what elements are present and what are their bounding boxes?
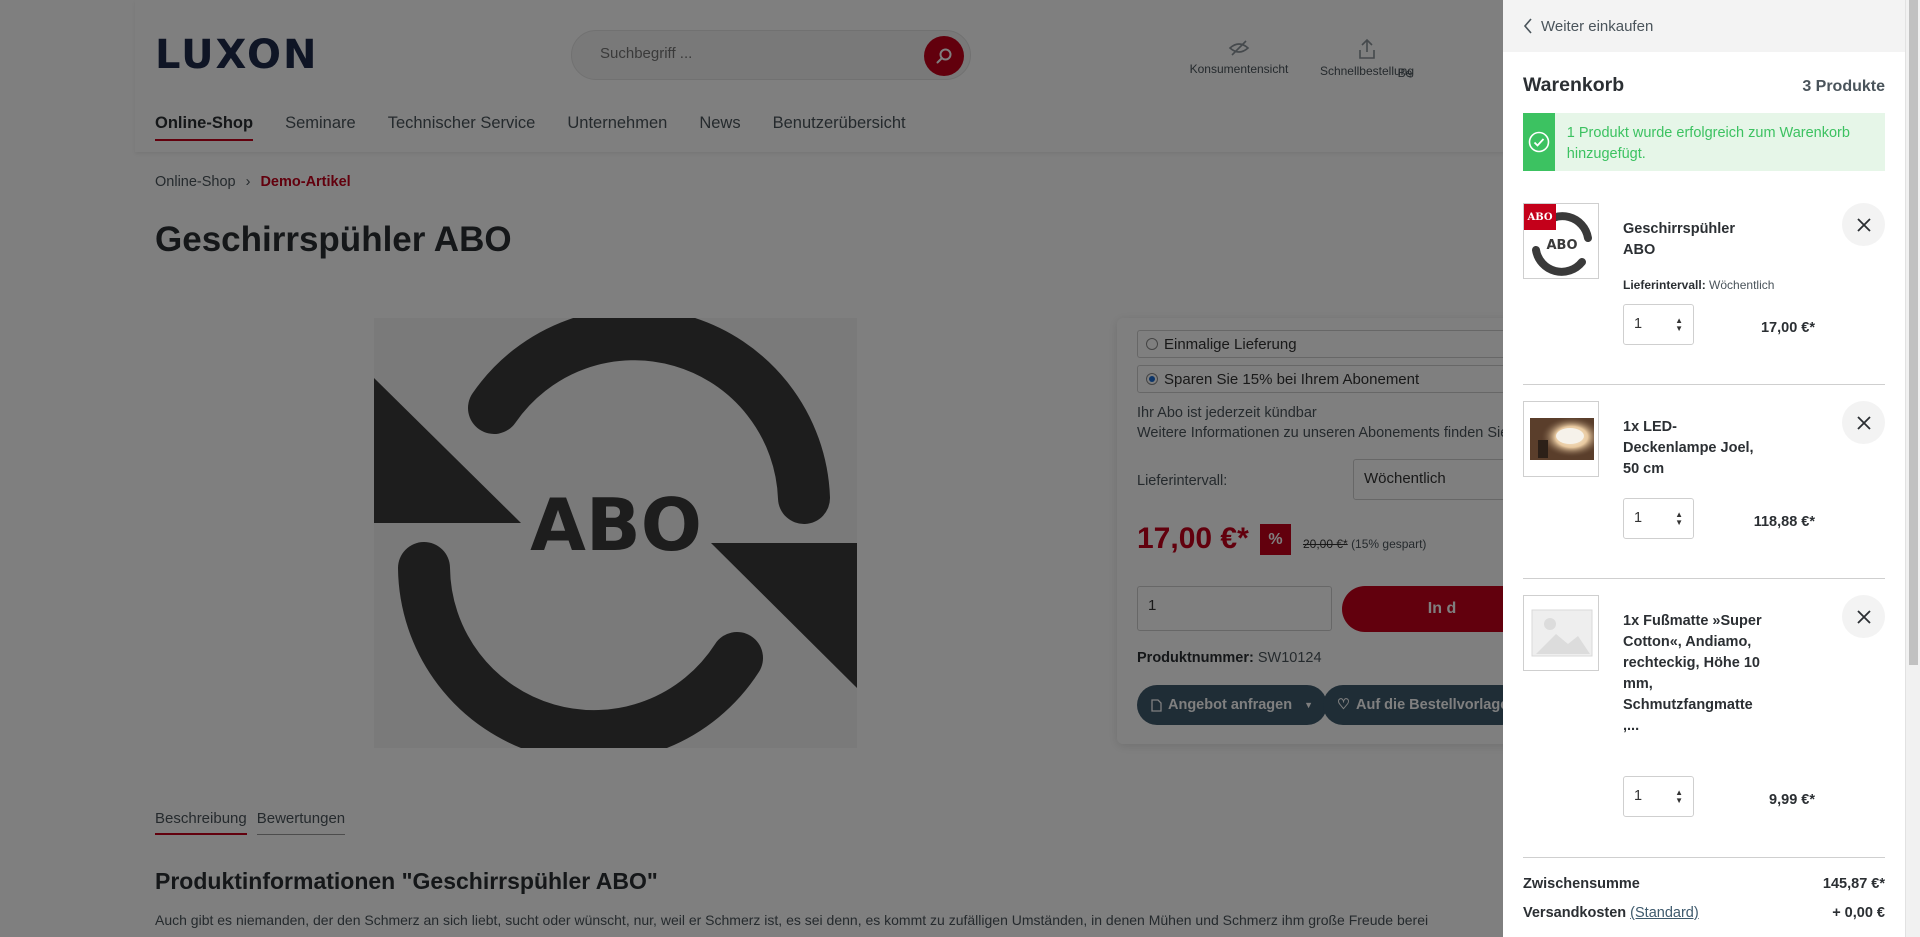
shipping-value: + 0,00 € [1832,905,1885,921]
item-quantity-value: 1 [1634,788,1643,804]
stepper-arrows-icon: ▲ ▼ [1675,788,1683,805]
stepper-arrows-icon: ▲ ▼ [1675,316,1683,333]
success-message: 1 Produkt wurde erfolgreich zum Warenkor… [1566,125,1850,162]
image-placeholder-icon [1531,609,1593,657]
item-quantity-select[interactable]: 1 ▲ ▼ [1623,776,1694,817]
item-meta-value: Wöchentlich [1709,278,1775,292]
remove-item-button[interactable] [1842,595,1885,638]
abo-thumbnail-icon: ABO ABO [1524,204,1592,276]
abo-thumbnail-badge: ABO [1526,212,1552,223]
abo-thumbnail-text: ABO [1546,238,1577,253]
item-quantity-select[interactable]: 1 ▲ ▼ [1623,498,1694,539]
cart-count: 3 Produkte [1802,78,1885,95]
subtotal-row: Zwischensumme 145,87 €* [1523,876,1885,892]
item-thumbnail[interactable] [1523,595,1599,671]
lamp-thumbnail-image [1530,418,1594,460]
check-circle-icon [1523,113,1555,171]
item-meta: Lieferintervall: Wöchentlich [1623,278,1774,292]
success-alert: 1 Produkt wurde erfolgreich zum Warenkor… [1523,113,1885,171]
item-divider [1523,578,1885,579]
close-icon [1856,609,1871,624]
close-icon [1856,217,1871,232]
remove-item-button[interactable] [1842,203,1885,246]
subtotal-label: Zwischensumme [1523,876,1640,892]
continue-shopping-label: Weiter einkaufen [1541,17,1654,35]
cart-header: Warenkorb 3 Produkte [1523,74,1885,97]
item-price: 9,99 €* [1769,792,1815,808]
cart-item: ABO ABO Geschirrspühler ABO Lieferinterv… [1523,203,1885,353]
cart-title: Warenkorb [1523,74,1625,96]
item-price: 17,00 €* [1760,320,1815,336]
shipping-method-link[interactable]: (Standard) [1630,905,1699,921]
close-icon [1856,415,1871,430]
item-name[interactable]: Geschirrspühler ABO [1623,219,1763,261]
item-quantity-select[interactable]: 1 ▲ ▼ [1623,304,1694,345]
subtotal-value: 145,87 €* [1822,876,1885,892]
item-name[interactable]: 1x LED-Deckenlampe Joel, 50 cm [1623,417,1763,480]
stepper-arrows-icon: ▲ ▼ [1675,510,1683,527]
continue-shopping-link[interactable]: Weiter einkaufen [1503,0,1905,52]
scrollbar-thumb[interactable] [1909,0,1918,665]
shipping-label: Versandkosten [1523,905,1627,921]
item-name[interactable]: 1x Fußmatte »Super Cotton«, Andiamo, rec… [1623,611,1763,737]
item-meta-label: Lieferintervall: [1623,278,1706,292]
item-price: 118,88 €* [1753,514,1815,530]
shipping-label-group: Versandkosten (Standard) [1523,905,1699,921]
item-thumbnail[interactable]: ABO ABO [1523,203,1599,279]
shipping-row: Versandkosten (Standard) + 0,00 € [1523,905,1885,921]
item-quantity-value: 1 [1634,316,1643,332]
cart-item: 1x Fußmatte »Super Cotton«, Andiamo, rec… [1523,595,1885,825]
chevron-left-icon [1523,18,1532,34]
offcanvas-cart: Weiter einkaufen Warenkorb 3 Produkte 1 … [1503,0,1905,937]
item-thumbnail[interactable] [1523,401,1599,477]
remove-item-button[interactable] [1842,401,1885,444]
cart-item: 1x LED-Deckenlampe Joel, 50 cm 1 ▲ ▼ 118,… [1523,401,1885,551]
item-divider [1523,857,1885,858]
item-quantity-value: 1 [1634,510,1643,526]
cart-scrollbar[interactable] [1905,0,1920,937]
item-divider [1523,384,1885,385]
